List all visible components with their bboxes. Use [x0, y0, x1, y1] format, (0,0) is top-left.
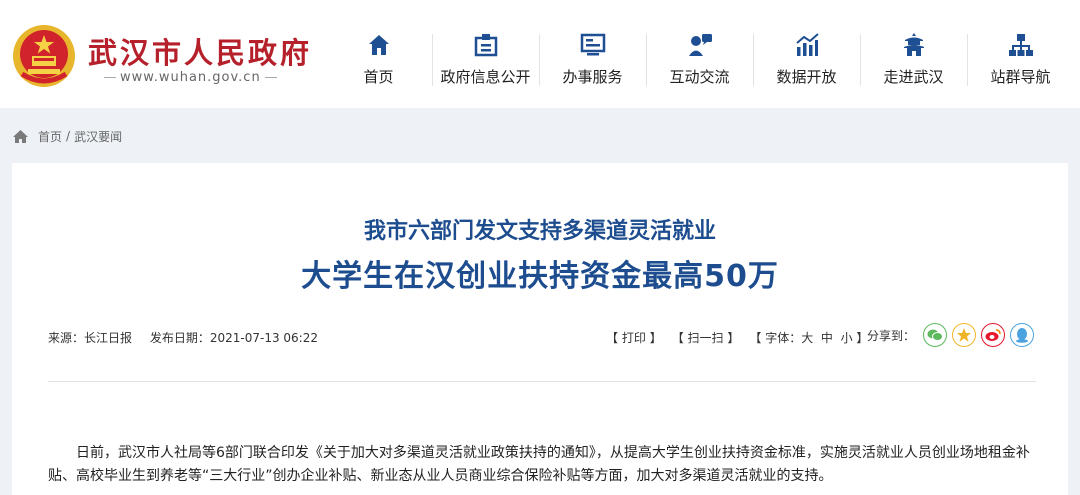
bracket-open: 【	[606, 331, 619, 345]
breadcrumb-separator: /	[66, 129, 71, 143]
breadcrumb: 首页 / 武汉要闻	[12, 126, 122, 146]
article-container: 我市六部门发文支持多渠道灵活就业 大学生在汉创业扶持资金最高50万 来源：长江日…	[12, 163, 1068, 495]
article-date: 发布日期：2021-07-13 06:22	[149, 331, 318, 345]
nav-item-open-data[interactable]: 数据开放	[753, 32, 860, 92]
tower-icon	[903, 33, 924, 56]
font-large-button[interactable]: 大	[801, 331, 813, 345]
nav-item-label: 站群导航	[990, 68, 1051, 86]
font-size-control: 【 字体：大 中 小 】	[749, 329, 868, 346]
article-source: 来源：长江日报	[48, 331, 133, 345]
article-meta: 来源：长江日报 发布日期：2021-07-13 06:22	[48, 329, 318, 346]
nav-item-label: 数据开放	[776, 68, 837, 86]
font-size-label: 字体：	[765, 331, 802, 345]
service-screen-icon	[580, 33, 605, 56]
article-subtitle: 我市六部门发文支持多渠道灵活就业	[363, 219, 716, 244]
nav-item-services[interactable]: 办事服务	[539, 32, 646, 92]
nav-item-interaction[interactable]: 互动交流	[646, 32, 753, 92]
breadcrumb-current-link[interactable]: 武汉要闻	[74, 128, 122, 145]
bar-chart-icon	[795, 33, 819, 56]
share-wechat-button[interactable]	[923, 323, 948, 347]
main-nav: 首页 政府信息公开 办事服务 互动交流 数据开放 走进武汉 站群导航	[325, 32, 1074, 94]
font-medium-button[interactable]: 中	[821, 331, 833, 345]
share-weibo-button[interactable]	[981, 323, 1006, 347]
sitemap-icon	[1008, 34, 1033, 56]
bracket-close: 】	[649, 331, 662, 345]
bracket-open: 【	[749, 331, 762, 345]
print-button[interactable]: 【 打印 】	[606, 329, 662, 346]
nav-item-label: 互动交流	[669, 68, 730, 86]
nav-item-label: 走进武汉	[883, 68, 944, 86]
nav-item-about-wuhan[interactable]: 走进武汉	[860, 32, 967, 92]
nav-item-label: 政府信息公开	[440, 68, 531, 86]
nav-item-home[interactable]: 首页	[325, 32, 432, 92]
scan-button[interactable]: 【 扫一扫 】	[672, 329, 740, 346]
nav-item-gov-info[interactable]: 政府信息公开	[432, 32, 539, 92]
share-qq-button[interactable]	[1010, 323, 1035, 347]
scan-label: 扫一扫	[687, 331, 724, 345]
breadcrumb-home-link[interactable]: 首页	[38, 128, 62, 145]
national-emblem-icon[interactable]	[12, 22, 76, 90]
bracket-open: 【	[671, 331, 684, 345]
site-name[interactable]: 武汉市人民政府	[88, 30, 312, 72]
qzone-icon	[957, 328, 972, 342]
nav-item-site-nav[interactable]: 站群导航	[967, 32, 1074, 92]
share-qzone-button[interactable]	[952, 323, 977, 347]
nav-item-label: 办事服务	[562, 68, 623, 86]
share-label: 分享到：	[867, 328, 916, 343]
article-title: 大学生在汉创业扶持资金最高50万	[301, 259, 779, 294]
font-small-button[interactable]: 小	[841, 331, 853, 345]
meta-divider	[48, 381, 1036, 382]
print-label: 打印	[621, 331, 646, 345]
article-tools: 【 打印 】 【 扫一扫 】 【 字体：大 中 小 】	[606, 329, 878, 346]
site-header: 武汉市人民政府 www.wuhan.gov.cn 首页 政府信息公开 办事服务 …	[0, 0, 1080, 108]
chat-person-icon	[688, 34, 712, 56]
site-url: www.wuhan.gov.cn	[100, 70, 281, 85]
home-icon	[368, 35, 389, 55]
wechat-icon	[927, 329, 944, 341]
site-url-text: www.wuhan.gov.cn	[120, 70, 261, 85]
info-board-icon	[474, 34, 497, 57]
bracket-close: 】	[727, 331, 740, 345]
nav-item-label: 首页	[363, 68, 394, 86]
home-icon[interactable]	[12, 129, 29, 144]
weibo-icon	[985, 329, 1001, 341]
qq-icon	[1016, 328, 1029, 343]
share-bar: 分享到：	[867, 323, 1039, 347]
article-paragraph: 日前，武汉市人社局等6部门联合印发《关于加大对多渠道灵活就业政策扶持的通知》，从…	[48, 445, 1030, 484]
